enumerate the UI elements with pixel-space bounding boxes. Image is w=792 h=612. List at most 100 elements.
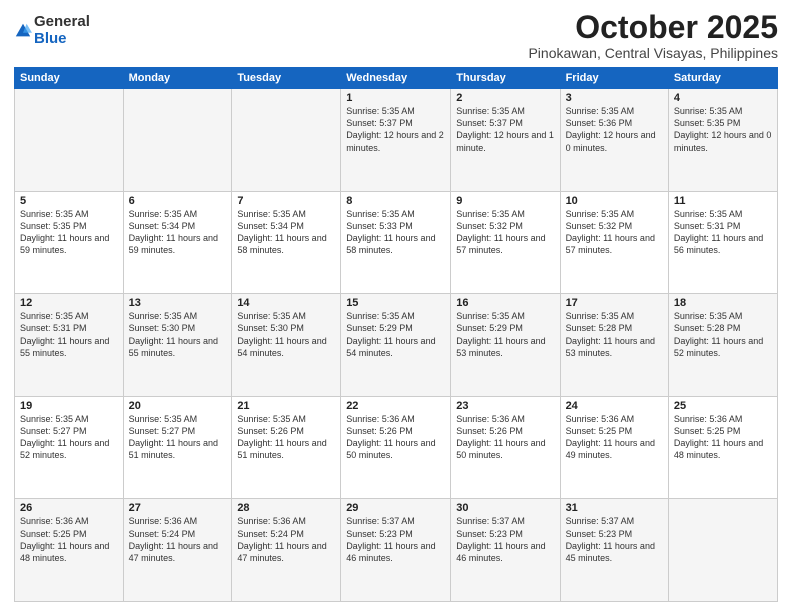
day-number: 13: [129, 297, 227, 309]
table-row: 7 Sunrise: 5:35 AMSunset: 5:34 PMDaylight…: [232, 191, 341, 294]
table-row: 31 Sunrise: 5:37 AMSunset: 5:23 PMDayligh…: [560, 499, 668, 602]
day-number: 15: [346, 297, 445, 309]
cell-info: Sunrise: 5:36 AMSunset: 5:25 PMDaylight:…: [20, 516, 109, 562]
logo-icon: [14, 22, 32, 40]
table-row: 19Sunrise: 5:35 AMSunset: 5:27 PMDayligh…: [15, 396, 124, 499]
cell-info: Sunrise: 5:35 AMSunset: 5:34 PMDaylight:…: [237, 209, 326, 255]
day-number: 11: [674, 195, 772, 207]
table-row: [668, 499, 777, 602]
table-row: 6 Sunrise: 5:35 AMSunset: 5:34 PMDaylight…: [123, 191, 232, 294]
col-saturday: Saturday: [668, 68, 777, 89]
day-number: 10: [566, 195, 663, 207]
cell-info: Sunrise: 5:35 AMSunset: 5:36 PMDaylight:…: [566, 106, 656, 152]
header: General Blue October 2025 Pinokawan, Cen…: [14, 10, 778, 61]
cell-info: Sunrise: 5:35 AMSunset: 5:34 PMDaylight:…: [129, 209, 218, 255]
table-row: 4Sunrise: 5:35 AMSunset: 5:35 PMDaylight…: [668, 89, 777, 192]
table-row: 14 Sunrise: 5:35 AMSunset: 5:30 PMDayligh…: [232, 294, 341, 397]
calendar-page: General Blue October 2025 Pinokawan, Cen…: [0, 0, 792, 612]
table-row: 16 Sunrise: 5:35 AMSunset: 5:29 PMDayligh…: [451, 294, 560, 397]
day-number: 31: [566, 502, 663, 514]
cell-info: Sunrise: 5:36 AMSunset: 5:25 PMDaylight:…: [674, 414, 763, 460]
logo-general: General: [34, 14, 90, 31]
table-row: 12Sunrise: 5:35 AMSunset: 5:31 PMDayligh…: [15, 294, 124, 397]
table-row: 17 Sunrise: 5:35 AMSunset: 5:28 PMDayligh…: [560, 294, 668, 397]
col-friday: Friday: [560, 68, 668, 89]
day-number: 17: [566, 297, 663, 309]
cell-info: Sunrise: 5:37 AMSunset: 5:23 PMDaylight:…: [456, 516, 545, 562]
day-number: 28: [237, 502, 335, 514]
day-number: 21: [237, 400, 335, 412]
table-row: [15, 89, 124, 192]
cell-info: Sunrise: 5:35 AMSunset: 5:27 PMDaylight:…: [129, 414, 218, 460]
cell-info: Sunrise: 5:35 AMSunset: 5:33 PMDaylight:…: [346, 209, 435, 255]
cell-info: Sunrise: 5:36 AMSunset: 5:24 PMDaylight:…: [129, 516, 218, 562]
table-row: [232, 89, 341, 192]
table-row: [123, 89, 232, 192]
cell-info: Sunrise: 5:35 AMSunset: 5:30 PMDaylight:…: [237, 311, 326, 357]
day-number: 14: [237, 297, 335, 309]
cell-info: Sunrise: 5:35 AMSunset: 5:31 PMDaylight:…: [674, 209, 763, 255]
table-row: 9 Sunrise: 5:35 AMSunset: 5:32 PMDaylight…: [451, 191, 560, 294]
table-row: 27 Sunrise: 5:36 AMSunset: 5:24 PMDayligh…: [123, 499, 232, 602]
calendar-table: Sunday Monday Tuesday Wednesday Thursday…: [14, 67, 778, 602]
col-monday: Monday: [123, 68, 232, 89]
table-row: 22Sunrise: 5:36 AMSunset: 5:26 PMDayligh…: [341, 396, 451, 499]
day-number: 4: [674, 92, 772, 104]
cell-info: Sunrise: 5:35 AMSunset: 5:28 PMDaylight:…: [566, 311, 655, 357]
day-number: 6: [129, 195, 227, 207]
col-tuesday: Tuesday: [232, 68, 341, 89]
calendar-subtitle: Pinokawan, Central Visayas, Philippines: [528, 45, 778, 61]
table-row: 25 Sunrise: 5:36 AMSunset: 5:25 PMDayligh…: [668, 396, 777, 499]
cell-info: Sunrise: 5:37 AMSunset: 5:23 PMDaylight:…: [566, 516, 655, 562]
day-number: 2: [456, 92, 554, 104]
table-row: 3Sunrise: 5:35 AMSunset: 5:36 PMDaylight…: [560, 89, 668, 192]
day-number: 7: [237, 195, 335, 207]
cell-info: Sunrise: 5:35 AMSunset: 5:28 PMDaylight:…: [674, 311, 763, 357]
table-row: 5Sunrise: 5:35 AMSunset: 5:35 PMDaylight…: [15, 191, 124, 294]
day-number: 29: [346, 502, 445, 514]
day-number: 20: [129, 400, 227, 412]
logo: General Blue: [14, 14, 90, 47]
table-row: 20 Sunrise: 5:35 AMSunset: 5:27 PMDayligh…: [123, 396, 232, 499]
header-row: Sunday Monday Tuesday Wednesday Thursday…: [15, 68, 778, 89]
day-number: 1: [346, 92, 445, 104]
table-row: 2 Sunrise: 5:35 AMSunset: 5:37 PMDaylight…: [451, 89, 560, 192]
table-row: 30Sunrise: 5:37 AMSunset: 5:23 PMDayligh…: [451, 499, 560, 602]
col-sunday: Sunday: [15, 68, 124, 89]
cell-info: Sunrise: 5:35 AMSunset: 5:26 PMDaylight:…: [237, 414, 326, 460]
day-number: 18: [674, 297, 772, 309]
cell-info: Sunrise: 5:35 AMSunset: 5:29 PMDaylight:…: [346, 311, 435, 357]
table-row: 26 Sunrise: 5:36 AMSunset: 5:25 PMDayligh…: [15, 499, 124, 602]
day-number: 26: [20, 502, 118, 514]
table-row: 29 Sunrise: 5:37 AMSunset: 5:23 PMDayligh…: [341, 499, 451, 602]
cell-info: Sunrise: 5:35 AMSunset: 5:35 PMDaylight:…: [20, 209, 109, 255]
table-row: 11 Sunrise: 5:35 AMSunset: 5:31 PMDayligh…: [668, 191, 777, 294]
cell-info: Sunrise: 5:36 AMSunset: 5:25 PMDaylight:…: [566, 414, 655, 460]
cell-info: Sunrise: 5:35 AMSunset: 5:37 PMDaylight:…: [346, 106, 444, 152]
cell-info: Sunrise: 5:35 AMSunset: 5:32 PMDaylight:…: [566, 209, 655, 255]
calendar-week-2: 5Sunrise: 5:35 AMSunset: 5:35 PMDaylight…: [15, 191, 778, 294]
cell-info: Sunrise: 5:35 AMSunset: 5:32 PMDaylight:…: [456, 209, 545, 255]
table-row: 10 Sunrise: 5:35 AMSunset: 5:32 PMDayligh…: [560, 191, 668, 294]
day-number: 9: [456, 195, 554, 207]
table-row: 13Sunrise: 5:35 AMSunset: 5:30 PMDayligh…: [123, 294, 232, 397]
day-number: 16: [456, 297, 554, 309]
table-row: 1 Sunrise: 5:35 AMSunset: 5:37 PMDaylight…: [341, 89, 451, 192]
cell-info: Sunrise: 5:35 AMSunset: 5:29 PMDaylight:…: [456, 311, 545, 357]
day-number: 12: [20, 297, 118, 309]
col-wednesday: Wednesday: [341, 68, 451, 89]
table-row: 24 Sunrise: 5:36 AMSunset: 5:25 PMDayligh…: [560, 396, 668, 499]
calendar-title: October 2025: [528, 10, 778, 45]
title-block: October 2025 Pinokawan, Central Visayas,…: [528, 10, 778, 61]
day-number: 27: [129, 502, 227, 514]
cell-info: Sunrise: 5:35 AMSunset: 5:27 PMDaylight:…: [20, 414, 109, 460]
calendar-week-4: 19Sunrise: 5:35 AMSunset: 5:27 PMDayligh…: [15, 396, 778, 499]
cell-info: Sunrise: 5:37 AMSunset: 5:23 PMDaylight:…: [346, 516, 435, 562]
table-row: 21 Sunrise: 5:35 AMSunset: 5:26 PMDayligh…: [232, 396, 341, 499]
cell-info: Sunrise: 5:36 AMSunset: 5:26 PMDaylight:…: [456, 414, 545, 460]
cell-info: Sunrise: 5:35 AMSunset: 5:37 PMDaylight:…: [456, 106, 554, 152]
day-number: 25: [674, 400, 772, 412]
table-row: 28Sunrise: 5:36 AMSunset: 5:24 PMDayligh…: [232, 499, 341, 602]
day-number: 24: [566, 400, 663, 412]
day-number: 23: [456, 400, 554, 412]
